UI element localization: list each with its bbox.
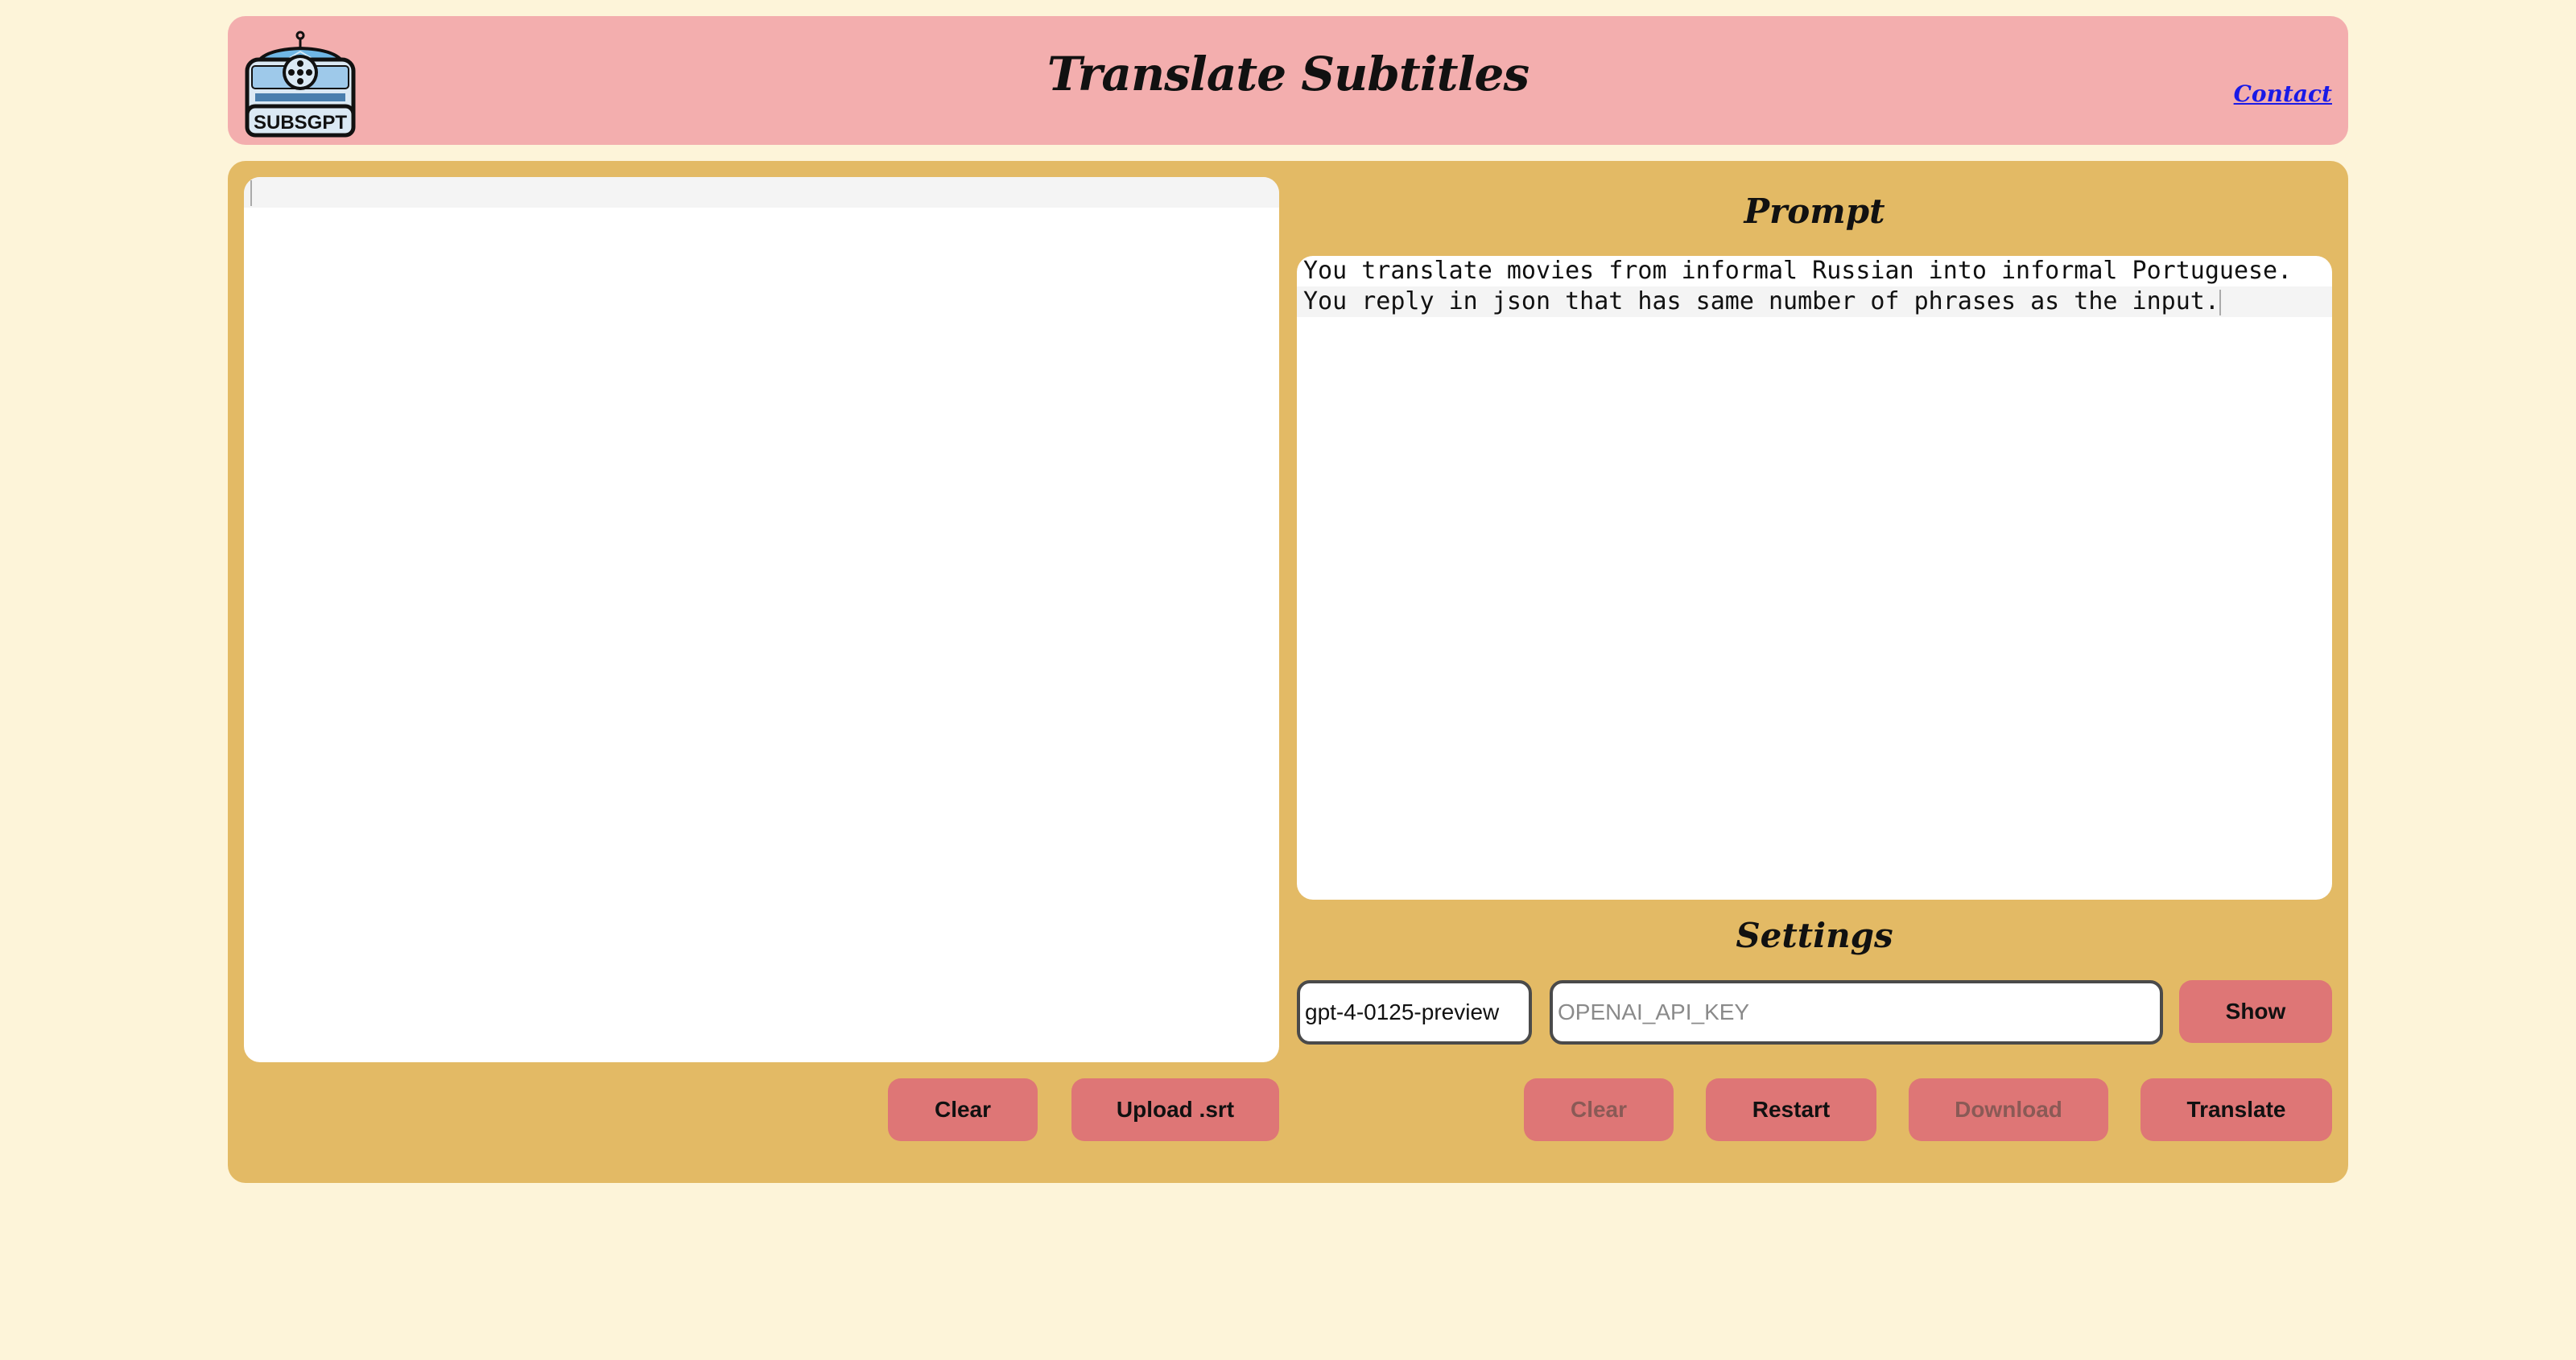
prompt-line: You translate movies from informal Russi… [1303,257,2293,285]
text-cursor [250,179,252,206]
logo-text: SUBSGPT [254,112,347,134]
editor-line [244,177,1279,208]
page-title: Translate Subtitles [1046,47,1530,101]
settings-heading: Settings [1736,916,1893,955]
main-panel: Clear Upload .srt Prompt You translate m… [228,161,2348,1183]
text-cursor [2219,289,2221,315]
prompt-line: You reply in json that has same number o… [1297,286,2332,317]
prompt-heading: Prompt [1744,192,1885,231]
upload-srt-button[interactable]: Upload .srt [1071,1078,1279,1141]
clear-input-button[interactable]: Clear [888,1078,1038,1141]
api-key-input[interactable] [1550,980,2163,1045]
translate-button[interactable]: Translate [2140,1078,2332,1141]
show-key-button[interactable]: Show [2179,980,2332,1043]
prompt-line-text: You reply in json that has same number o… [1303,287,2219,315]
header: SUBSGPT Translate Subtitles Contact [228,16,2348,145]
download-button[interactable]: Download [1909,1078,2108,1141]
prompt-editor[interactable]: You translate movies from informal Russi… [1297,256,2332,900]
model-input[interactable] [1297,980,1532,1045]
subtitle-input-editor[interactable] [244,177,1279,1062]
contact-link[interactable]: Contact [2234,80,2332,107]
restart-button[interactable]: Restart [1706,1078,1876,1141]
clear-output-button[interactable]: Clear [1524,1078,1674,1141]
